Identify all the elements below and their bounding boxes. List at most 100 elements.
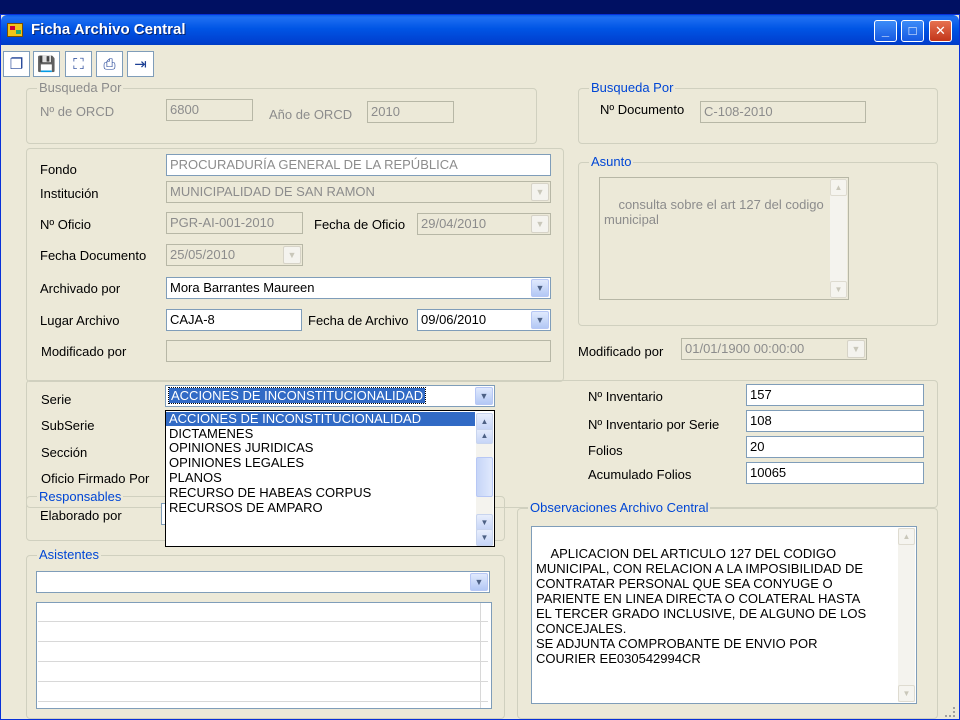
chevron-down-icon[interactable]: ▼ (531, 279, 549, 297)
dropdown-scrollbar[interactable]: ▲ ▼ (476, 427, 493, 531)
dropdown-option[interactable]: OPINIONES LEGALES (169, 456, 304, 470)
asunto-text: consulta sobre el art 127 del codigo mun… (604, 197, 824, 227)
dropdown-option[interactable]: OPINIONES JURIDICAS (169, 441, 313, 455)
asistentes-legend: Asistentes (37, 547, 101, 562)
grid-row (38, 683, 488, 702)
institucion-select[interactable]: MUNICIPALIDAD DE SAN RAMON ▼ (166, 181, 551, 203)
serie-value: ACCIONES DE INCONSTITUCIONALIDAD (167, 387, 427, 404)
inventario-serie-field[interactable]: 108 (746, 410, 924, 432)
fondo-label: Fondo (40, 162, 77, 177)
scroll-thumb[interactable] (476, 457, 493, 497)
fecha-archivo-label: Fecha de Archivo (308, 313, 409, 328)
chevron-down-icon[interactable]: ▼ (531, 215, 549, 233)
asunto-legend: Asunto (589, 154, 634, 169)
grid-row (38, 663, 488, 682)
oficio-field[interactable]: PGR-AI-001-2010 (166, 212, 303, 234)
fecha-oficio-label: Fecha de Oficio (314, 217, 406, 232)
dropdown-option[interactable]: PLANOS (169, 471, 222, 485)
minimize-button[interactable]: _ (874, 20, 897, 42)
serie-label: Serie (41, 392, 72, 407)
orcd-field[interactable]: 6800 (166, 99, 253, 121)
fecha-documento-label: Fecha Documento (40, 248, 147, 263)
oficio-firmado-label: Oficio Firmado Por (41, 471, 150, 486)
fecha-archivo-value: 09/06/2010 (421, 312, 487, 327)
window-title: Ficha Archivo Central (31, 21, 186, 38)
oficio-label: Nº Oficio (40, 217, 91, 232)
asunto-modificado-picker[interactable]: 01/01/1900 00:00:00 ▼ (681, 338, 867, 360)
elaborado-por-label: Elaborado por (40, 508, 122, 523)
scroll-down-icon[interactable]: ▼ (830, 281, 847, 298)
serie-dropdown-list[interactable]: ACCIONES DE INCONSTITUCIONALIDAD DICTAME… (165, 410, 495, 547)
observaciones-legend: Observaciones Archivo Central (528, 500, 711, 515)
inventario-serie-label: Nº Inventario por Serie (588, 417, 720, 432)
maximize-button[interactable]: □ (901, 20, 924, 42)
asunto-textarea[interactable]: consulta sobre el art 127 del codigo mun… (599, 177, 849, 300)
fondo-field[interactable]: PROCURADURÍA GENERAL DE LA REPÚBLICA (166, 154, 551, 176)
exit-icon[interactable]: ⇥ (127, 51, 154, 77)
observaciones-scrollbar[interactable]: ▲ ▼ (898, 528, 915, 702)
observaciones-text: APLICACION DEL ARTICULO 127 DEL CODIGO M… (536, 546, 867, 666)
scroll-down-icon[interactable]: ▼ (898, 685, 915, 702)
save-icon[interactable]: 💾 (33, 51, 60, 77)
list-scroll-up-icon[interactable]: ▲ (476, 413, 493, 430)
responsables-legend: Responsables (37, 489, 124, 504)
chevron-down-icon[interactable]: ▼ (847, 340, 865, 358)
dropdown-option[interactable]: ACCIONES DE INCONSTITUCIONALIDAD (166, 412, 475, 426)
institucion-value: MUNICIPALIDAD DE SAN RAMON (170, 184, 375, 199)
asunto-scrollbar[interactable]: ▲ ▼ (830, 179, 847, 298)
documento-field[interactable]: C-108-2010 (700, 101, 866, 123)
app-icon (7, 23, 23, 37)
folios-field[interactable]: 20 (746, 436, 924, 458)
busqueda-documento-legend: Busqueda Por (589, 80, 676, 95)
documento-label: Nº Documento (600, 102, 685, 117)
observaciones-textarea[interactable]: APLICACION DEL ARTICULO 127 DEL CODIGO M… (531, 526, 917, 704)
seccion-label: Sección (41, 445, 88, 460)
acumulado-folios-label: Acumulado Folios (588, 467, 692, 482)
subserie-label: SubSerie (41, 418, 95, 433)
serie-select[interactable]: ACCIONES DE INCONSTITUCIONALIDAD ▼ (165, 385, 495, 407)
archivado-value: Mora Barrantes Maureen (170, 280, 315, 295)
acumulado-folios-field[interactable]: 10065 (746, 462, 924, 484)
fecha-oficio-value: 29/04/2010 (421, 216, 487, 231)
close-button[interactable]: ✕ (929, 20, 952, 42)
inventario-label: Nº Inventario (588, 389, 663, 404)
title-bar[interactable]: Ficha Archivo Central _ □ ✕ (1, 15, 959, 45)
chevron-down-icon[interactable]: ▼ (470, 573, 488, 591)
modificado-por-field[interactable] (166, 340, 551, 362)
grid-row (38, 643, 488, 662)
print-icon[interactable]: ⎙ (96, 51, 123, 77)
grid-divider (480, 603, 481, 708)
list-scroll-down-icon[interactable]: ▼ (476, 529, 493, 546)
archivado-select[interactable]: Mora Barrantes Maureen ▼ (166, 277, 551, 299)
lugar-archivo-label: Lugar Archivo (40, 313, 120, 328)
asistentes-select[interactable]: ▼ (36, 571, 490, 593)
busqueda-orcd-legend: Busqueda Por (37, 80, 124, 95)
fecha-oficio-picker[interactable]: 29/04/2010 ▼ (417, 213, 551, 235)
chevron-down-icon[interactable]: ▼ (531, 183, 549, 201)
dropdown-option[interactable]: DICTAMENES (169, 427, 253, 441)
asistentes-grid[interactable] (36, 602, 492, 709)
modificado-por-label: Modificado por (41, 344, 127, 359)
fecha-documento-picker[interactable]: 25/05/2010 ▼ (166, 244, 303, 266)
lugar-archivo-field[interactable]: CAJA-8 (166, 309, 302, 331)
asunto-modificado-value: 01/01/1900 00:00:00 (685, 341, 805, 356)
ficha-archivo-central-window: Ficha Archivo Central _ □ ✕ ❐ 💾 ⛶ ⎙ ⇥ Bu… (0, 14, 960, 720)
inventario-field[interactable]: 157 (746, 384, 924, 406)
grid-row (38, 623, 488, 642)
resize-grip-icon[interactable] (945, 707, 955, 717)
institucion-label: Institución (40, 186, 99, 201)
binoculars-search-icon[interactable]: ⛶ (65, 51, 92, 77)
new-document-icon[interactable]: ❐ (3, 51, 30, 77)
fecha-archivo-picker[interactable]: 09/06/2010 ▼ (417, 309, 551, 331)
grid-row (38, 603, 488, 622)
asunto-modificado-label: Modificado por (578, 344, 664, 359)
chevron-down-icon[interactable]: ▼ (531, 311, 549, 329)
scroll-up-icon[interactable]: ▲ (830, 179, 847, 196)
dropdown-option[interactable]: RECURSO DE HABEAS CORPUS (169, 486, 371, 500)
orcd-label: Nº de ORCD (40, 104, 115, 119)
scroll-up-icon[interactable]: ▲ (898, 528, 915, 545)
chevron-down-icon[interactable]: ▼ (475, 387, 493, 405)
chevron-down-icon[interactable]: ▼ (283, 246, 301, 264)
anio-orcd-field[interactable]: 2010 (367, 101, 454, 123)
dropdown-option[interactable]: RECURSOS DE AMPARO (169, 501, 323, 515)
